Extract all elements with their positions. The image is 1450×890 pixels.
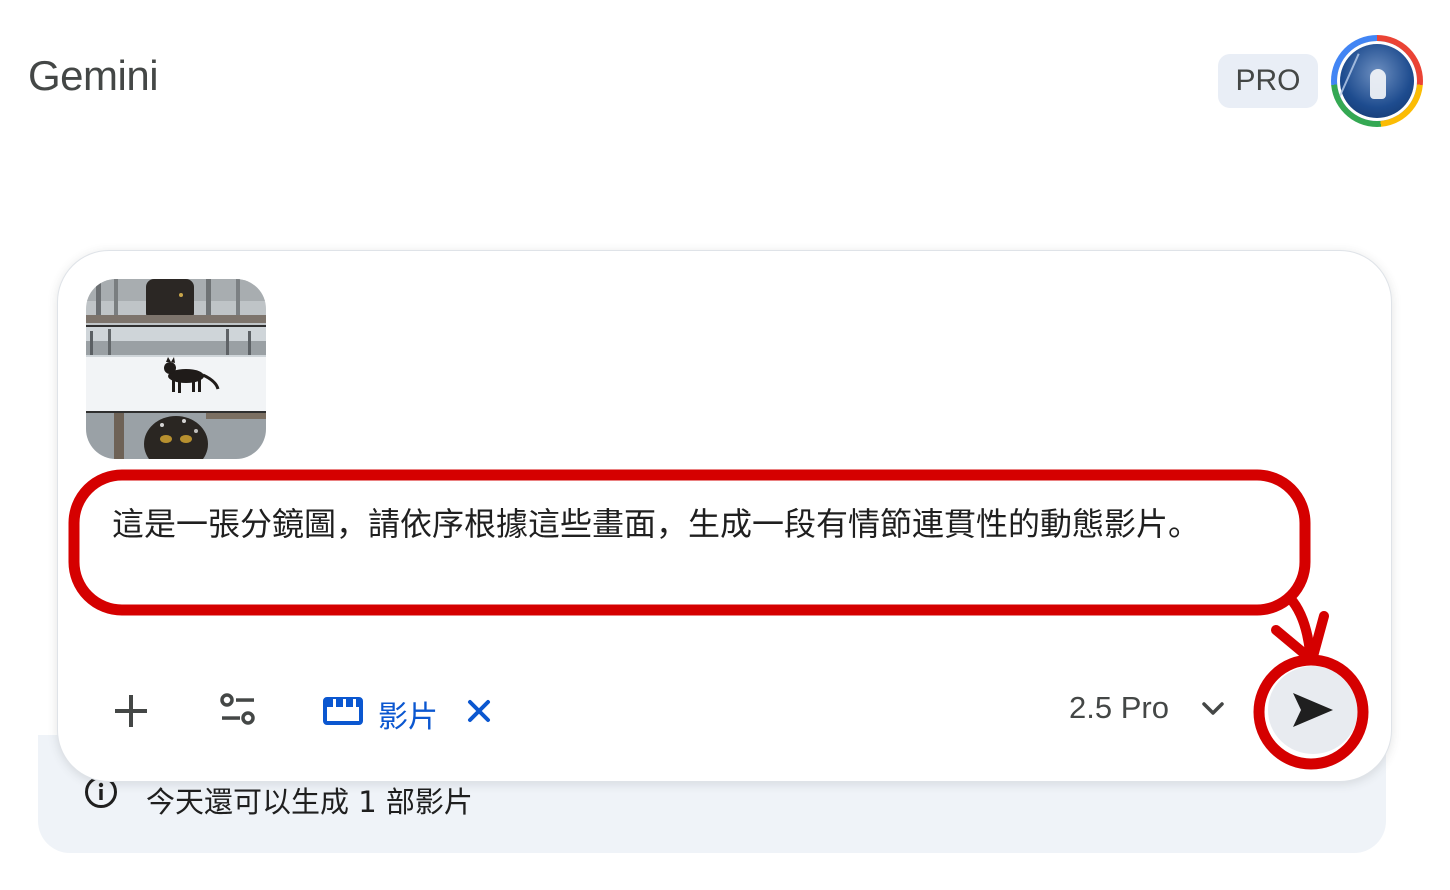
model-selector[interactable]: 2.5 Pro (1069, 690, 1169, 726)
send-icon (1293, 693, 1333, 727)
storyboard-image-thumbnail (86, 279, 266, 459)
video-chip[interactable] (322, 692, 366, 730)
storyboard-thumbnail[interactable] (86, 279, 266, 459)
clapperboard-icon (323, 697, 363, 725)
app-title: Gemini (28, 52, 159, 99)
pro-badge[interactable]: PRO (1218, 54, 1318, 108)
prompt-text[interactable]: 這是一張分鏡圖，請依序根據這些畫面，生成一段有情節連貫性的動態影片。 (112, 497, 1282, 551)
close-icon (468, 700, 490, 722)
video-quota-text: 今天還可以生成 1 部影片 (146, 785, 473, 819)
add-button[interactable] (108, 688, 154, 734)
avatar-button[interactable] (1331, 35, 1423, 127)
chevron-down-icon (1202, 702, 1224, 715)
send-button[interactable] (1268, 666, 1358, 754)
video-chip-label[interactable]: 影片 (378, 692, 438, 736)
tools-button[interactable] (214, 688, 262, 734)
tune-icon (220, 693, 255, 725)
avatar (1337, 41, 1417, 121)
plus-icon (115, 695, 147, 727)
remove-video-chip-button[interactable] (466, 698, 492, 724)
model-selector-chevron[interactable] (1200, 698, 1226, 720)
